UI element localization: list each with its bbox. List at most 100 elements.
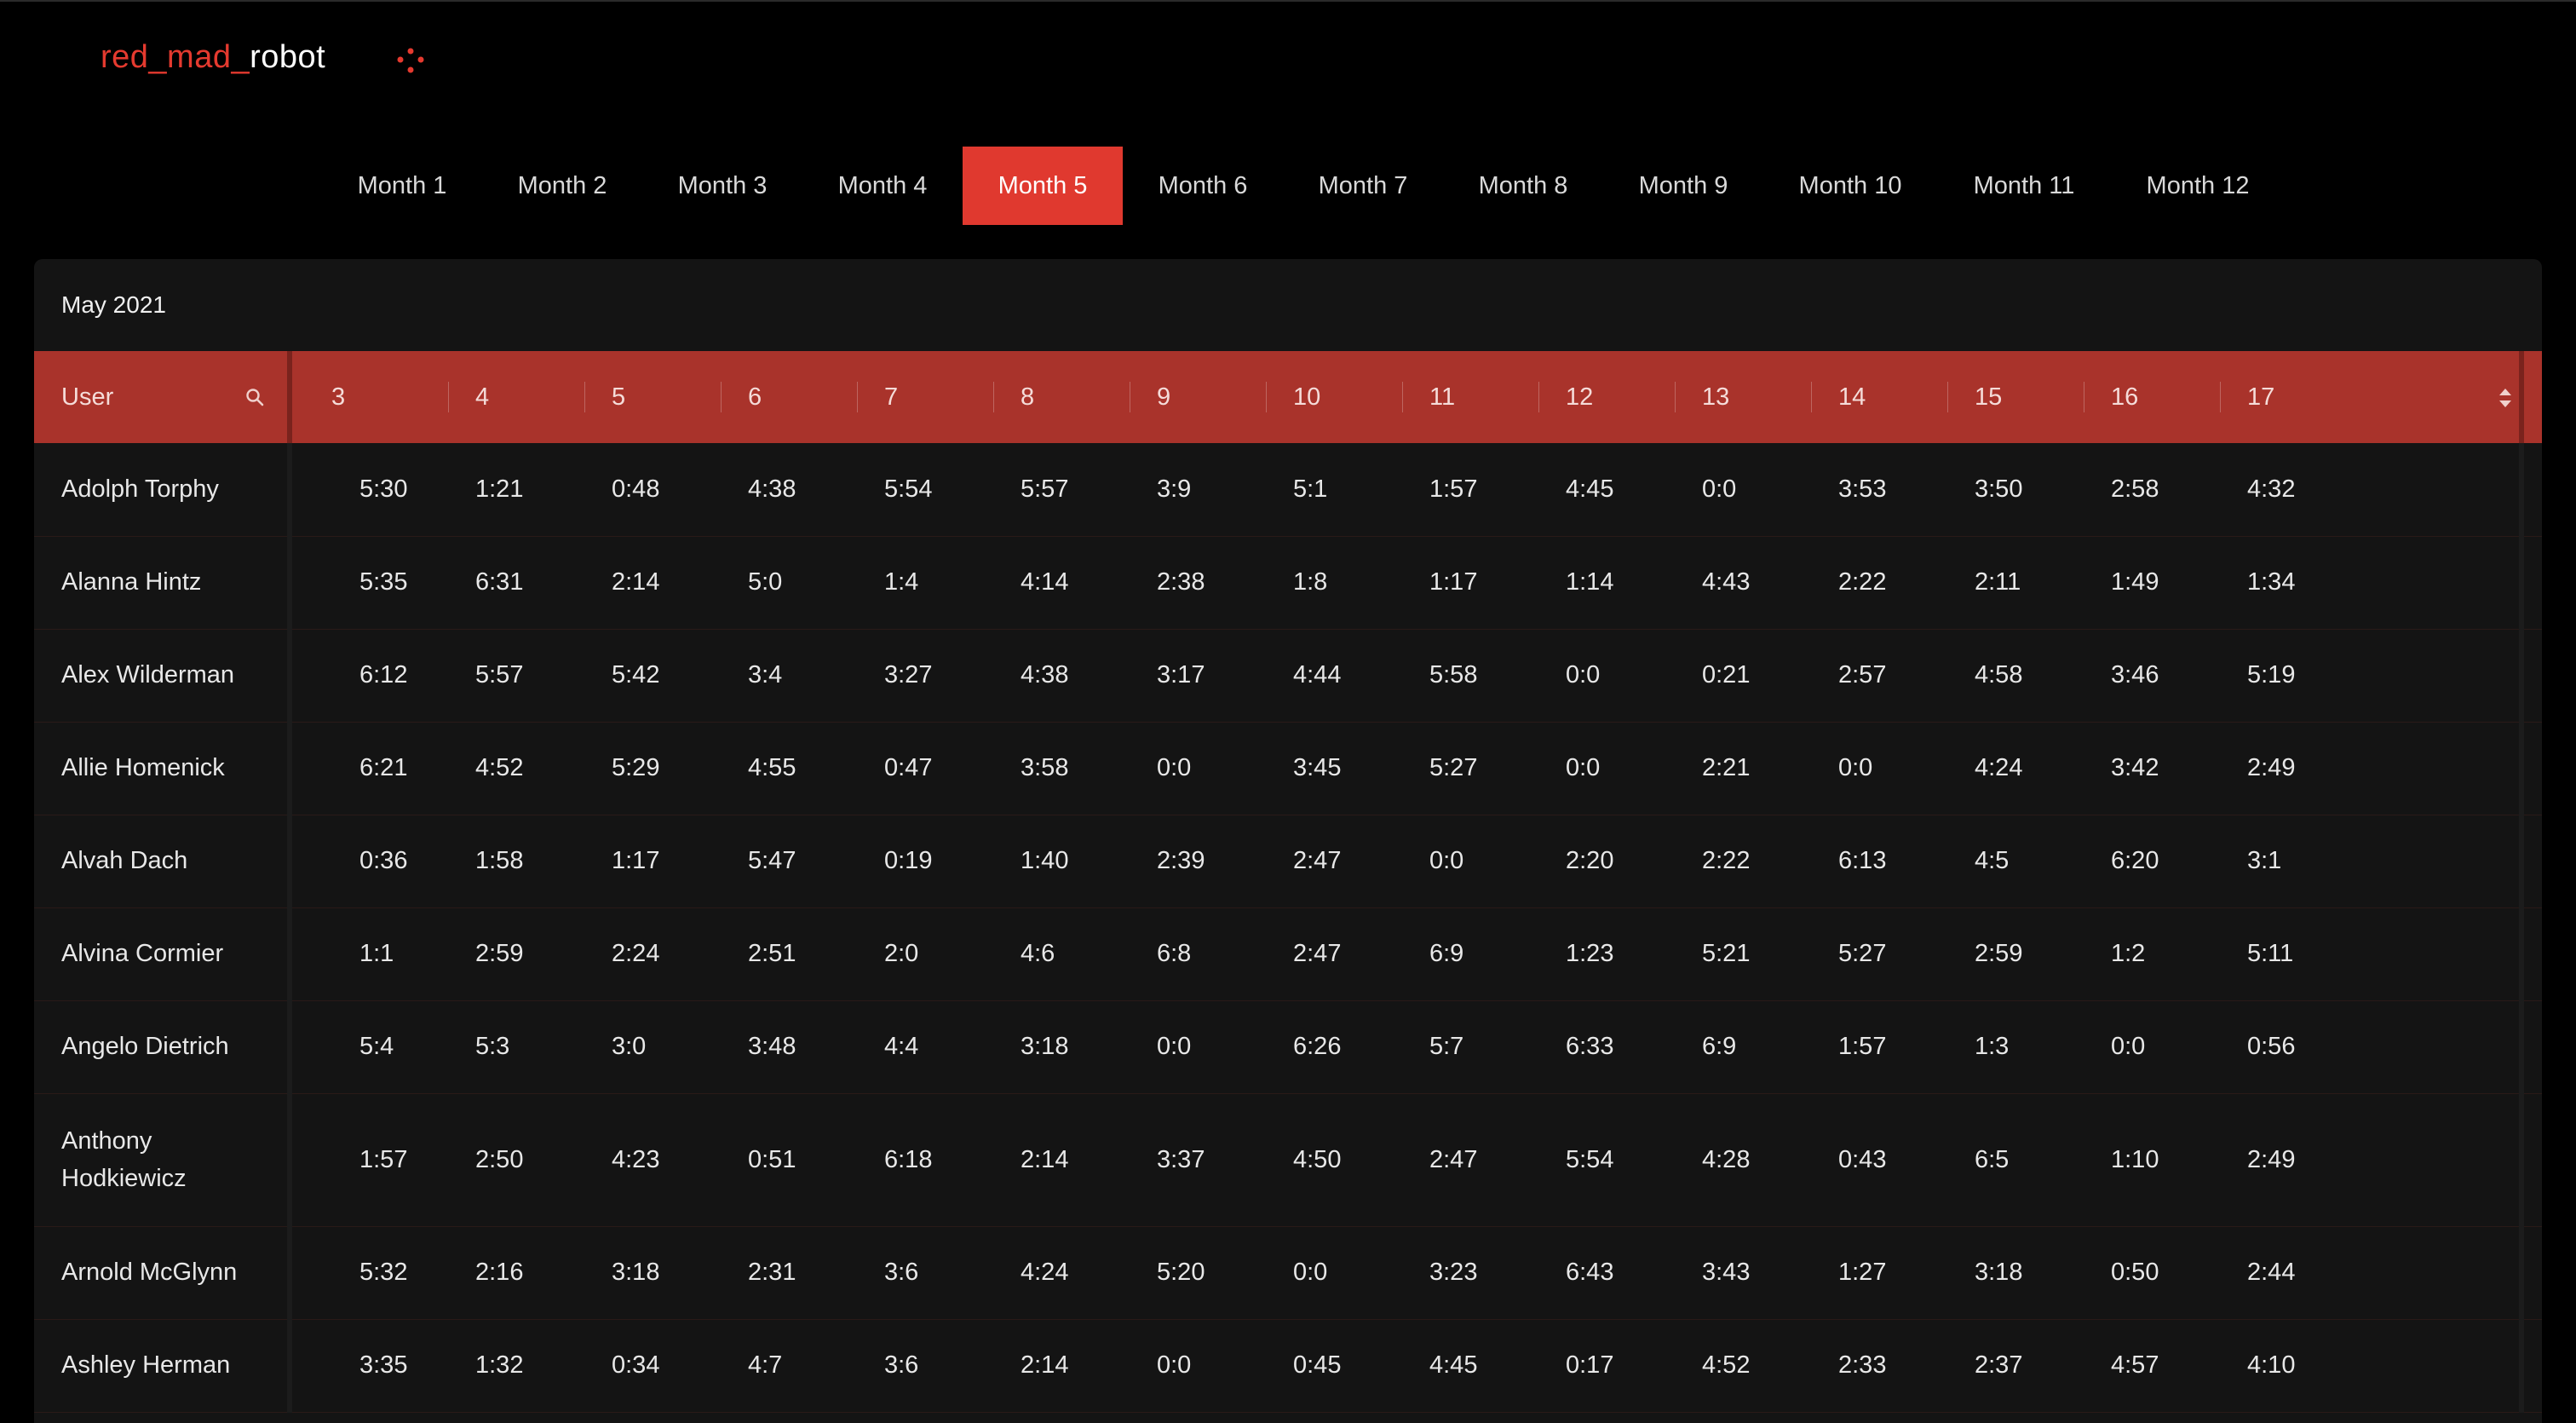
tab-month-12[interactable]: Month 12 — [2111, 147, 2285, 225]
column-header-day[interactable]: 15 — [1947, 351, 2084, 443]
time-cell: 3:6 — [857, 1226, 993, 1320]
brand-logo[interactable]: red_mad_ robot — [101, 39, 325, 76]
column-header-total[interactable]: Total — [2499, 351, 2542, 443]
table-row[interactable]: Alvah Dach 0:36 1:58 1:17 5:47 0:19 1:40 2:39 2:… — [34, 815, 2542, 908]
row-spacer — [2317, 907, 2521, 1001]
time-cell: 3:42 — [2084, 722, 2220, 815]
tab-month-4[interactable]: Month 4 — [802, 147, 963, 225]
time-cell: 4:28 — [1675, 1093, 1811, 1227]
time-cell: 4:55 — [721, 722, 857, 815]
time-cell: 3:6 — [857, 1319, 993, 1413]
tab-month-3[interactable]: Month 3 — [642, 147, 802, 225]
table-row[interactable]: Angelo Dietrich 5:4 5:3 3:0 3:48 4:4 3:18 0:0 6:… — [34, 1000, 2542, 1094]
time-cell: 1:21 — [448, 443, 584, 537]
column-header-day[interactable]: 16 — [2084, 351, 2220, 443]
column-header-day[interactable]: 13 — [1675, 351, 1811, 443]
time-cell: 4:24 — [1947, 722, 2084, 815]
tab-month-5[interactable]: Month 5 — [963, 147, 1123, 225]
time-cell: 0:0 — [1538, 629, 1675, 723]
time-cell: 5:1 — [1266, 443, 1402, 537]
column-header-day[interactable]: 12 — [1538, 351, 1675, 443]
tab-month-9[interactable]: Month 9 — [1603, 147, 1763, 225]
column-header-day[interactable]: 5 — [584, 351, 721, 443]
column-header-day[interactable]: 17 — [2220, 351, 2317, 443]
time-cell: 3:35 — [290, 1319, 448, 1413]
sort-icon[interactable] — [2498, 385, 2513, 411]
table-row[interactable]: Anthony Hodkiewicz 1:57 2:50 4:23 0:51 6:18 2:… — [34, 1093, 2542, 1227]
tab-month-11[interactable]: Month 11 — [1937, 147, 2111, 225]
column-header-day[interactable]: 4 — [448, 351, 584, 443]
time-cell: 0:0 — [1811, 722, 1947, 815]
time-cell: 2:14 — [993, 1319, 1130, 1413]
row-spacer — [2317, 815, 2521, 908]
dots-menu-icon[interactable] — [394, 46, 428, 77]
tab-month-10[interactable]: Month 10 — [1763, 147, 1937, 225]
time-cell: 4:5 — [1947, 815, 2084, 908]
time-cell: 4:10 — [2220, 1319, 2317, 1413]
time-cell: 1:14 — [1538, 536, 1675, 630]
time-cell: 4:23 — [584, 1093, 721, 1227]
time-cell: 6:18 — [857, 1093, 993, 1227]
time-cell: 5:21 — [1675, 907, 1811, 1001]
time-cell: 1:57 — [1402, 443, 1538, 537]
total-cell: 99:12 — [2519, 1093, 2542, 1227]
time-cell: 2:59 — [448, 907, 584, 1001]
time-cell: 5:19 — [2220, 629, 2317, 723]
column-header-day[interactable]: 7 — [857, 351, 993, 443]
row-spacer — [2317, 1093, 2521, 1227]
time-cell: 5:35 — [290, 536, 448, 630]
column-header-user[interactable]: User — [34, 351, 292, 443]
user-name-cell: Arnold McGlynn — [34, 1226, 292, 1320]
time-cell: 2:57 — [1811, 629, 1947, 723]
time-cell: 4:43 — [1675, 536, 1811, 630]
time-cell: 1:40 — [993, 815, 1130, 908]
table-row[interactable]: Adolph Torphy 5:30 1:21 0:48 4:38 5:54 5:57 3:9… — [34, 443, 2542, 537]
total-cell: 106:18 — [2519, 722, 2542, 815]
timesheet-table: User 34567891011121314151617 Total Adolph… — [34, 351, 2542, 1413]
tab-month-8[interactable]: Month 8 — [1443, 147, 1603, 225]
time-cell: 4:50 — [1266, 1093, 1402, 1227]
search-icon[interactable] — [244, 387, 265, 407]
table-row[interactable]: Allie Homenick 6:21 4:52 5:29 4:55 0:47 3:58 0:… — [34, 722, 2542, 815]
user-name-cell: Adolph Torphy — [34, 443, 292, 537]
column-header-day[interactable]: 11 — [1402, 351, 1538, 443]
table-row[interactable]: Alanna Hintz 5:35 6:31 2:14 5:0 1:4 4:14 2:38 1:… — [34, 536, 2542, 630]
table-row[interactable]: Arnold McGlynn 5:32 2:16 3:18 2:31 3:6 4:24 5:2… — [34, 1226, 2542, 1320]
time-cell: 5:54 — [1538, 1093, 1675, 1227]
time-cell: 1:58 — [448, 815, 584, 908]
total-cell: 98:3 — [2519, 629, 2542, 723]
time-cell: 2:58 — [2084, 443, 2220, 537]
tab-month-1[interactable]: Month 1 — [322, 147, 482, 225]
time-cell: 1:34 — [2220, 536, 2317, 630]
time-cell: 1:57 — [1811, 1000, 1947, 1094]
timesheet-card: May 2021 User 3 4 5 6 7 8 9 10 11 12 13 … — [34, 259, 2542, 1423]
time-cell: 0:0 — [1130, 1000, 1266, 1094]
table-row[interactable]: Alex Wilderman 6:12 5:57 5:42 3:4 3:27 4:38 3:1… — [34, 629, 2542, 723]
column-header-day[interactable]: 8 — [993, 351, 1130, 443]
time-cell: 0:0 — [1675, 443, 1811, 537]
time-cell: 4:58 — [1947, 629, 2084, 723]
column-header-day[interactable]: 3 — [290, 351, 448, 443]
time-cell: 6:5 — [1947, 1093, 2084, 1227]
time-cell: 1:57 — [290, 1093, 448, 1227]
tab-month-6[interactable]: Month 6 — [1123, 147, 1283, 225]
time-cell: 5:42 — [584, 629, 721, 723]
total-cell: 110:10 — [2519, 1000, 2542, 1094]
time-cell: 2:49 — [2220, 722, 2317, 815]
row-spacer — [2317, 443, 2521, 537]
column-header-day[interactable]: 6 — [721, 351, 857, 443]
time-cell: 3:18 — [1947, 1226, 2084, 1320]
time-cell: 1:3 — [1947, 1000, 2084, 1094]
table-row[interactable]: Ashley Herman 3:35 1:32 0:34 4:7 3:6 2:14 0:0 0:… — [34, 1319, 2542, 1413]
column-header-day[interactable]: 10 — [1266, 351, 1402, 443]
table-row[interactable]: Alvina Cormier 1:1 2:59 2:24 2:51 2:0 4:6 6:8 2:… — [34, 907, 2542, 1001]
column-header-spacer — [2317, 351, 2521, 443]
time-cell: 3:50 — [1947, 443, 2084, 537]
time-cell: 5:57 — [448, 629, 584, 723]
column-header-day[interactable]: 9 — [1130, 351, 1266, 443]
tab-month-7[interactable]: Month 7 — [1283, 147, 1443, 225]
time-cell: 0:56 — [2220, 1000, 2317, 1094]
column-header-day[interactable]: 14 — [1811, 351, 1947, 443]
tab-month-2[interactable]: Month 2 — [482, 147, 642, 225]
time-cell: 0:0 — [1266, 1226, 1402, 1320]
